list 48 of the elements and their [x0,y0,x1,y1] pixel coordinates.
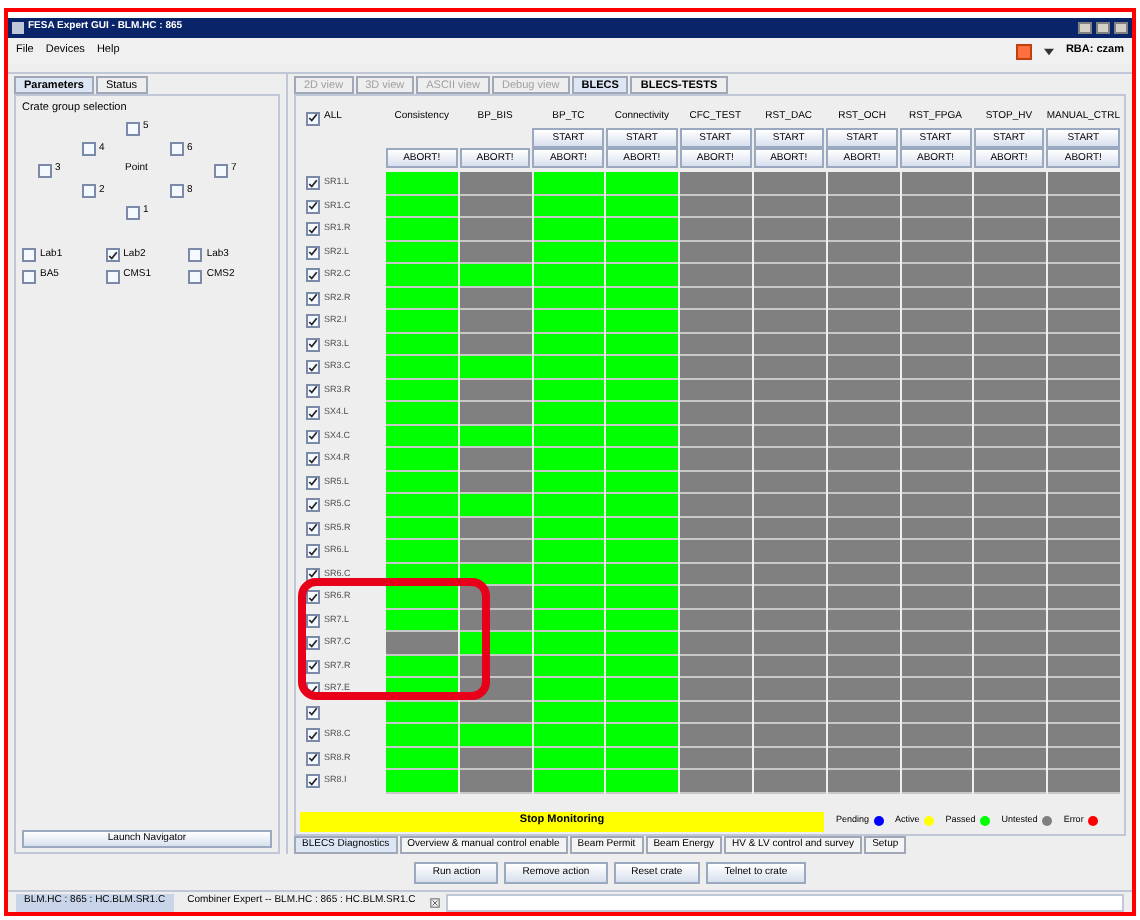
checkbox[interactable] [306,222,320,237]
checkbox[interactable] [22,248,36,262]
checkbox[interactable] [125,205,139,219]
alert-icon[interactable] [1015,43,1032,59]
checkbox[interactable] [306,636,320,651]
checkbox[interactable] [213,163,227,177]
checkbox[interactable] [306,751,320,766]
checkbox[interactable] [188,269,203,283]
checkbox[interactable] [306,337,320,352]
checkbox[interactable] [125,121,139,135]
checkbox[interactable] [306,475,320,490]
checkbox[interactable] [306,199,320,214]
maximize-button[interactable] [1096,22,1110,34]
checkbox[interactable] [81,184,95,198]
close-button[interactable] [1114,22,1128,34]
app-icon [12,22,24,34]
checkbox[interactable] [306,567,320,582]
checkbox[interactable] [306,590,320,605]
checkbox[interactable] [22,269,36,283]
dropdown-caret-icon[interactable] [1043,47,1054,55]
checkbox[interactable] [81,142,95,156]
checkbox[interactable] [306,268,320,283]
checkbox[interactable] [306,176,320,191]
checkbox[interactable] [306,521,320,536]
checkbox[interactable] [169,184,183,198]
minimize-button[interactable] [1078,22,1092,34]
checkbox[interactable] [306,383,320,398]
checkbox[interactable] [306,360,320,375]
checkbox[interactable] [306,314,320,329]
checkbox[interactable] [306,728,320,743]
checkbox[interactable] [306,774,320,789]
checkbox[interactable] [306,245,320,260]
checkbox[interactable] [37,163,51,177]
checkbox[interactable] [306,659,320,674]
checkbox[interactable] [306,429,320,444]
checkbox[interactable] [169,142,183,156]
checkbox[interactable] [306,406,320,421]
checkbox[interactable] [306,613,320,628]
checkbox[interactable] [306,498,320,513]
checkbox[interactable] [306,452,320,467]
checkbox[interactable] [306,111,320,125]
checkbox[interactable] [306,705,320,720]
checkbox[interactable] [188,248,203,262]
checkbox[interactable] [105,248,120,262]
checkbox[interactable] [306,544,320,559]
checkbox[interactable] [306,291,320,306]
checkbox[interactable] [105,269,120,283]
close-tab-icon[interactable] [429,897,440,907]
